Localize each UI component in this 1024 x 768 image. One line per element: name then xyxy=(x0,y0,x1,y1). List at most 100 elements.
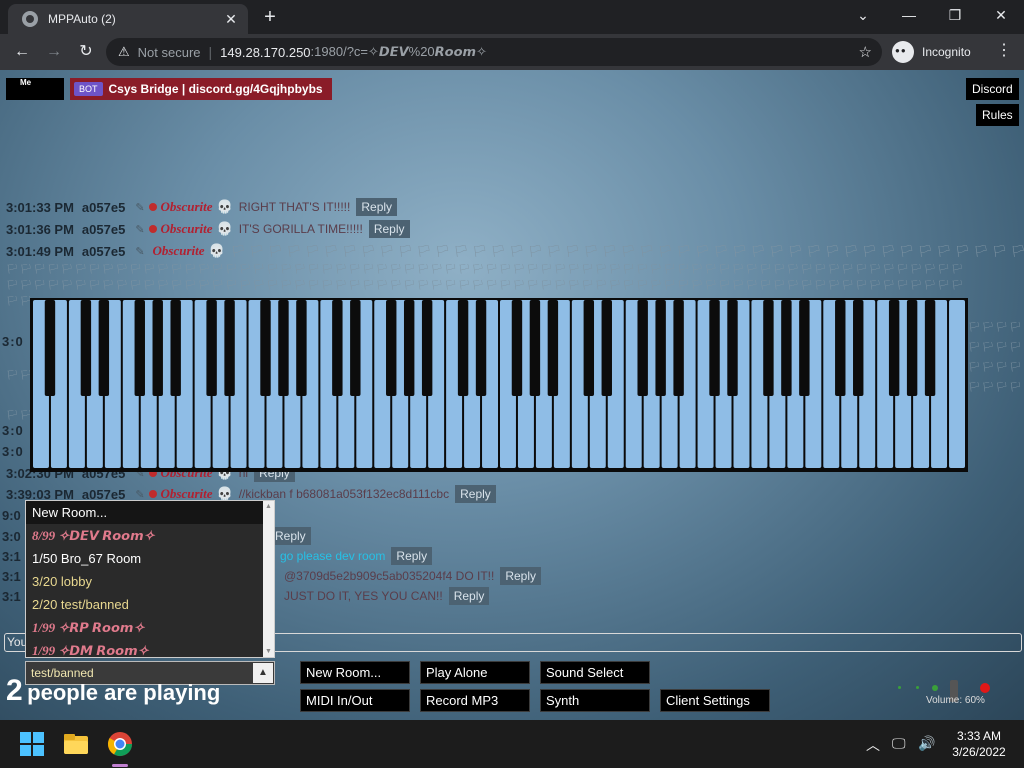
reply-button[interactable]: Reply xyxy=(356,198,398,216)
black-key[interactable] xyxy=(906,300,918,396)
browser-toolbar: ← → ↻ ⚠ Not secure | 149.28.170.250 :198… xyxy=(0,34,1024,70)
room-option[interactable]: 2/20 test/banned xyxy=(26,593,274,616)
network-icon[interactable]: 🖵 xyxy=(892,735,906,752)
scroll-up-icon[interactable]: ▲ xyxy=(263,503,274,510)
reply-button[interactable]: Reply xyxy=(368,220,410,238)
chat-nick[interactable]: Obscurite xyxy=(153,243,205,259)
black-key[interactable] xyxy=(260,300,271,396)
midi-button[interactable]: MIDI In/Out xyxy=(300,689,410,712)
scroll-down-icon[interactable]: ▼ xyxy=(263,648,274,655)
tab-search-icon[interactable]: ⌄ xyxy=(840,0,886,30)
new-tab-button[interactable]: + xyxy=(258,6,282,30)
not-secure-label[interactable]: Not secure xyxy=(138,45,201,60)
record-mp3-button[interactable]: Record MP3 xyxy=(420,689,530,712)
close-window-button[interactable]: ✕ xyxy=(978,0,1024,30)
me-user-tag[interactable]: Me xyxy=(6,78,64,100)
windows-start-icon[interactable] xyxy=(18,730,46,758)
piano-keyboard[interactable] xyxy=(30,298,968,472)
black-key[interactable] xyxy=(332,300,343,396)
piano-keys[interactable] xyxy=(32,300,966,470)
room-option[interactable]: 8/99 ✧𝘿𝙀𝙑 𝙍𝙤𝙤𝙢✧ xyxy=(26,524,274,547)
room-option[interactable]: 1/99 ✧𝘿𝙈 𝙍𝙤𝙤𝙢✧ xyxy=(26,639,274,662)
bookmark-star-icon[interactable]: ☆ xyxy=(859,43,872,61)
synth-button[interactable]: Synth xyxy=(540,689,650,712)
black-key[interactable] xyxy=(206,300,217,396)
black-key[interactable] xyxy=(457,300,469,396)
tab-close-icon[interactable]: ✕ xyxy=(222,11,240,28)
black-key[interactable] xyxy=(583,300,595,396)
room-dropdown-list[interactable]: New Room... 8/99 ✧𝘿𝙀𝙑 𝙍𝙤𝙤𝙢✧ 1/50 Bro_67 … xyxy=(25,500,275,658)
browser-titlebar: MPPAuto (2) ✕ + ⌄ — ❐ ✕ xyxy=(0,0,1024,34)
room-option[interactable]: 1/99 ✧𝙍𝙋 𝙍𝙤𝙤𝙢✧ xyxy=(26,616,274,639)
black-key[interactable] xyxy=(673,300,684,396)
black-key[interactable] xyxy=(763,300,774,396)
maximize-button[interactable]: ❐ xyxy=(932,0,978,30)
black-key[interactable] xyxy=(224,300,235,396)
address-bar[interactable]: ⚠ Not secure | 149.28.170.250 :1980/?c=✧… xyxy=(106,38,882,66)
black-key[interactable] xyxy=(601,300,612,396)
black-key[interactable] xyxy=(655,300,666,396)
back-button[interactable]: ← xyxy=(10,40,34,64)
browser-menu-icon[interactable]: ⋮ xyxy=(996,40,1012,60)
black-key[interactable] xyxy=(637,300,648,396)
room-option[interactable]: 1/50 Bro_67 Room xyxy=(26,547,274,570)
black-key[interactable] xyxy=(44,300,56,396)
taskbar-clock[interactable]: 3:33 AM 3/26/2022 xyxy=(946,728,1012,760)
black-key[interactable] xyxy=(386,300,397,396)
file-explorer-icon[interactable] xyxy=(62,730,90,758)
chrome-icon[interactable] xyxy=(106,730,134,758)
black-key[interactable] xyxy=(403,300,415,396)
incognito-indicator[interactable]: Incognito xyxy=(892,39,971,65)
room-option[interactable]: 3/20 lobby xyxy=(26,570,274,593)
black-key[interactable] xyxy=(547,300,559,396)
black-key[interactable] xyxy=(727,300,738,396)
black-key[interactable] xyxy=(152,300,163,396)
black-key[interactable] xyxy=(799,300,810,396)
warning-icon[interactable]: ⚠ xyxy=(118,44,130,60)
reply-button[interactable]: Reply xyxy=(270,527,311,545)
black-key[interactable] xyxy=(529,300,541,396)
tray-chevron-icon[interactable]: ︿ xyxy=(866,735,880,755)
reload-button[interactable]: ↻ xyxy=(74,40,98,64)
black-key[interactable] xyxy=(80,300,92,396)
black-key[interactable] xyxy=(134,300,145,396)
volume-control[interactable]: Volume: 60% xyxy=(896,680,996,710)
black-key[interactable] xyxy=(853,300,864,396)
black-key[interactable] xyxy=(511,300,523,396)
browser-tab[interactable]: MPPAuto (2) ✕ xyxy=(8,4,248,34)
reply-button[interactable]: Reply xyxy=(448,587,490,605)
forward-button[interactable]: → xyxy=(42,40,66,64)
play-alone-button[interactable]: Play Alone xyxy=(420,661,530,684)
black-key[interactable] xyxy=(421,300,433,396)
black-key[interactable] xyxy=(350,300,361,396)
client-settings-button[interactable]: Client Settings xyxy=(660,689,770,712)
black-key[interactable] xyxy=(170,300,181,396)
flag-spam-row: 🏳🏳🏳🏳 xyxy=(968,342,1023,353)
room-option-new[interactable]: New Room... xyxy=(26,501,274,524)
dropdown-arrow-icon[interactable]: ▲ xyxy=(253,663,273,683)
black-key[interactable] xyxy=(709,300,720,396)
white-key[interactable] xyxy=(949,300,965,468)
minimize-button[interactable]: — xyxy=(886,0,932,30)
room-list-scrollbar[interactable]: ▲ ▼ xyxy=(263,501,274,657)
reply-button[interactable]: Reply xyxy=(455,485,496,503)
bot-user-tag[interactable]: BOT Csys Bridge | discord.gg/4Gqjhpbybs xyxy=(70,78,332,100)
black-key[interactable] xyxy=(296,300,307,396)
black-key[interactable] xyxy=(924,300,936,396)
black-key[interactable] xyxy=(98,300,110,396)
new-room-button[interactable]: New Room... xyxy=(300,661,410,684)
black-key[interactable] xyxy=(835,300,846,396)
reply-button[interactable]: Reply xyxy=(500,567,542,585)
discord-button[interactable]: Discord xyxy=(966,78,1019,100)
rules-button[interactable]: Rules xyxy=(976,104,1019,126)
chat-nick[interactable]: Obscurite xyxy=(161,221,213,237)
flag-spam-row: 🏳🏳🏳🏳🏳🏳🏳🏳🏳🏳🏳🏳🏳🏳🏳🏳🏳🏳🏳🏳🏳🏳🏳🏳🏳🏳🏳🏳🏳🏳🏳🏳🏳🏳🏳🏳🏳🏳🏳🏳… xyxy=(6,264,965,275)
volume-icon[interactable]: 🔊 xyxy=(918,735,935,752)
black-key[interactable] xyxy=(888,300,900,396)
black-key[interactable] xyxy=(781,300,792,396)
chat-nick[interactable]: Obscurite xyxy=(161,199,213,215)
reply-button[interactable]: Reply xyxy=(391,547,433,565)
black-key[interactable] xyxy=(278,300,289,396)
black-key[interactable] xyxy=(475,300,487,396)
sound-select-button[interactable]: Sound Select xyxy=(540,661,650,684)
